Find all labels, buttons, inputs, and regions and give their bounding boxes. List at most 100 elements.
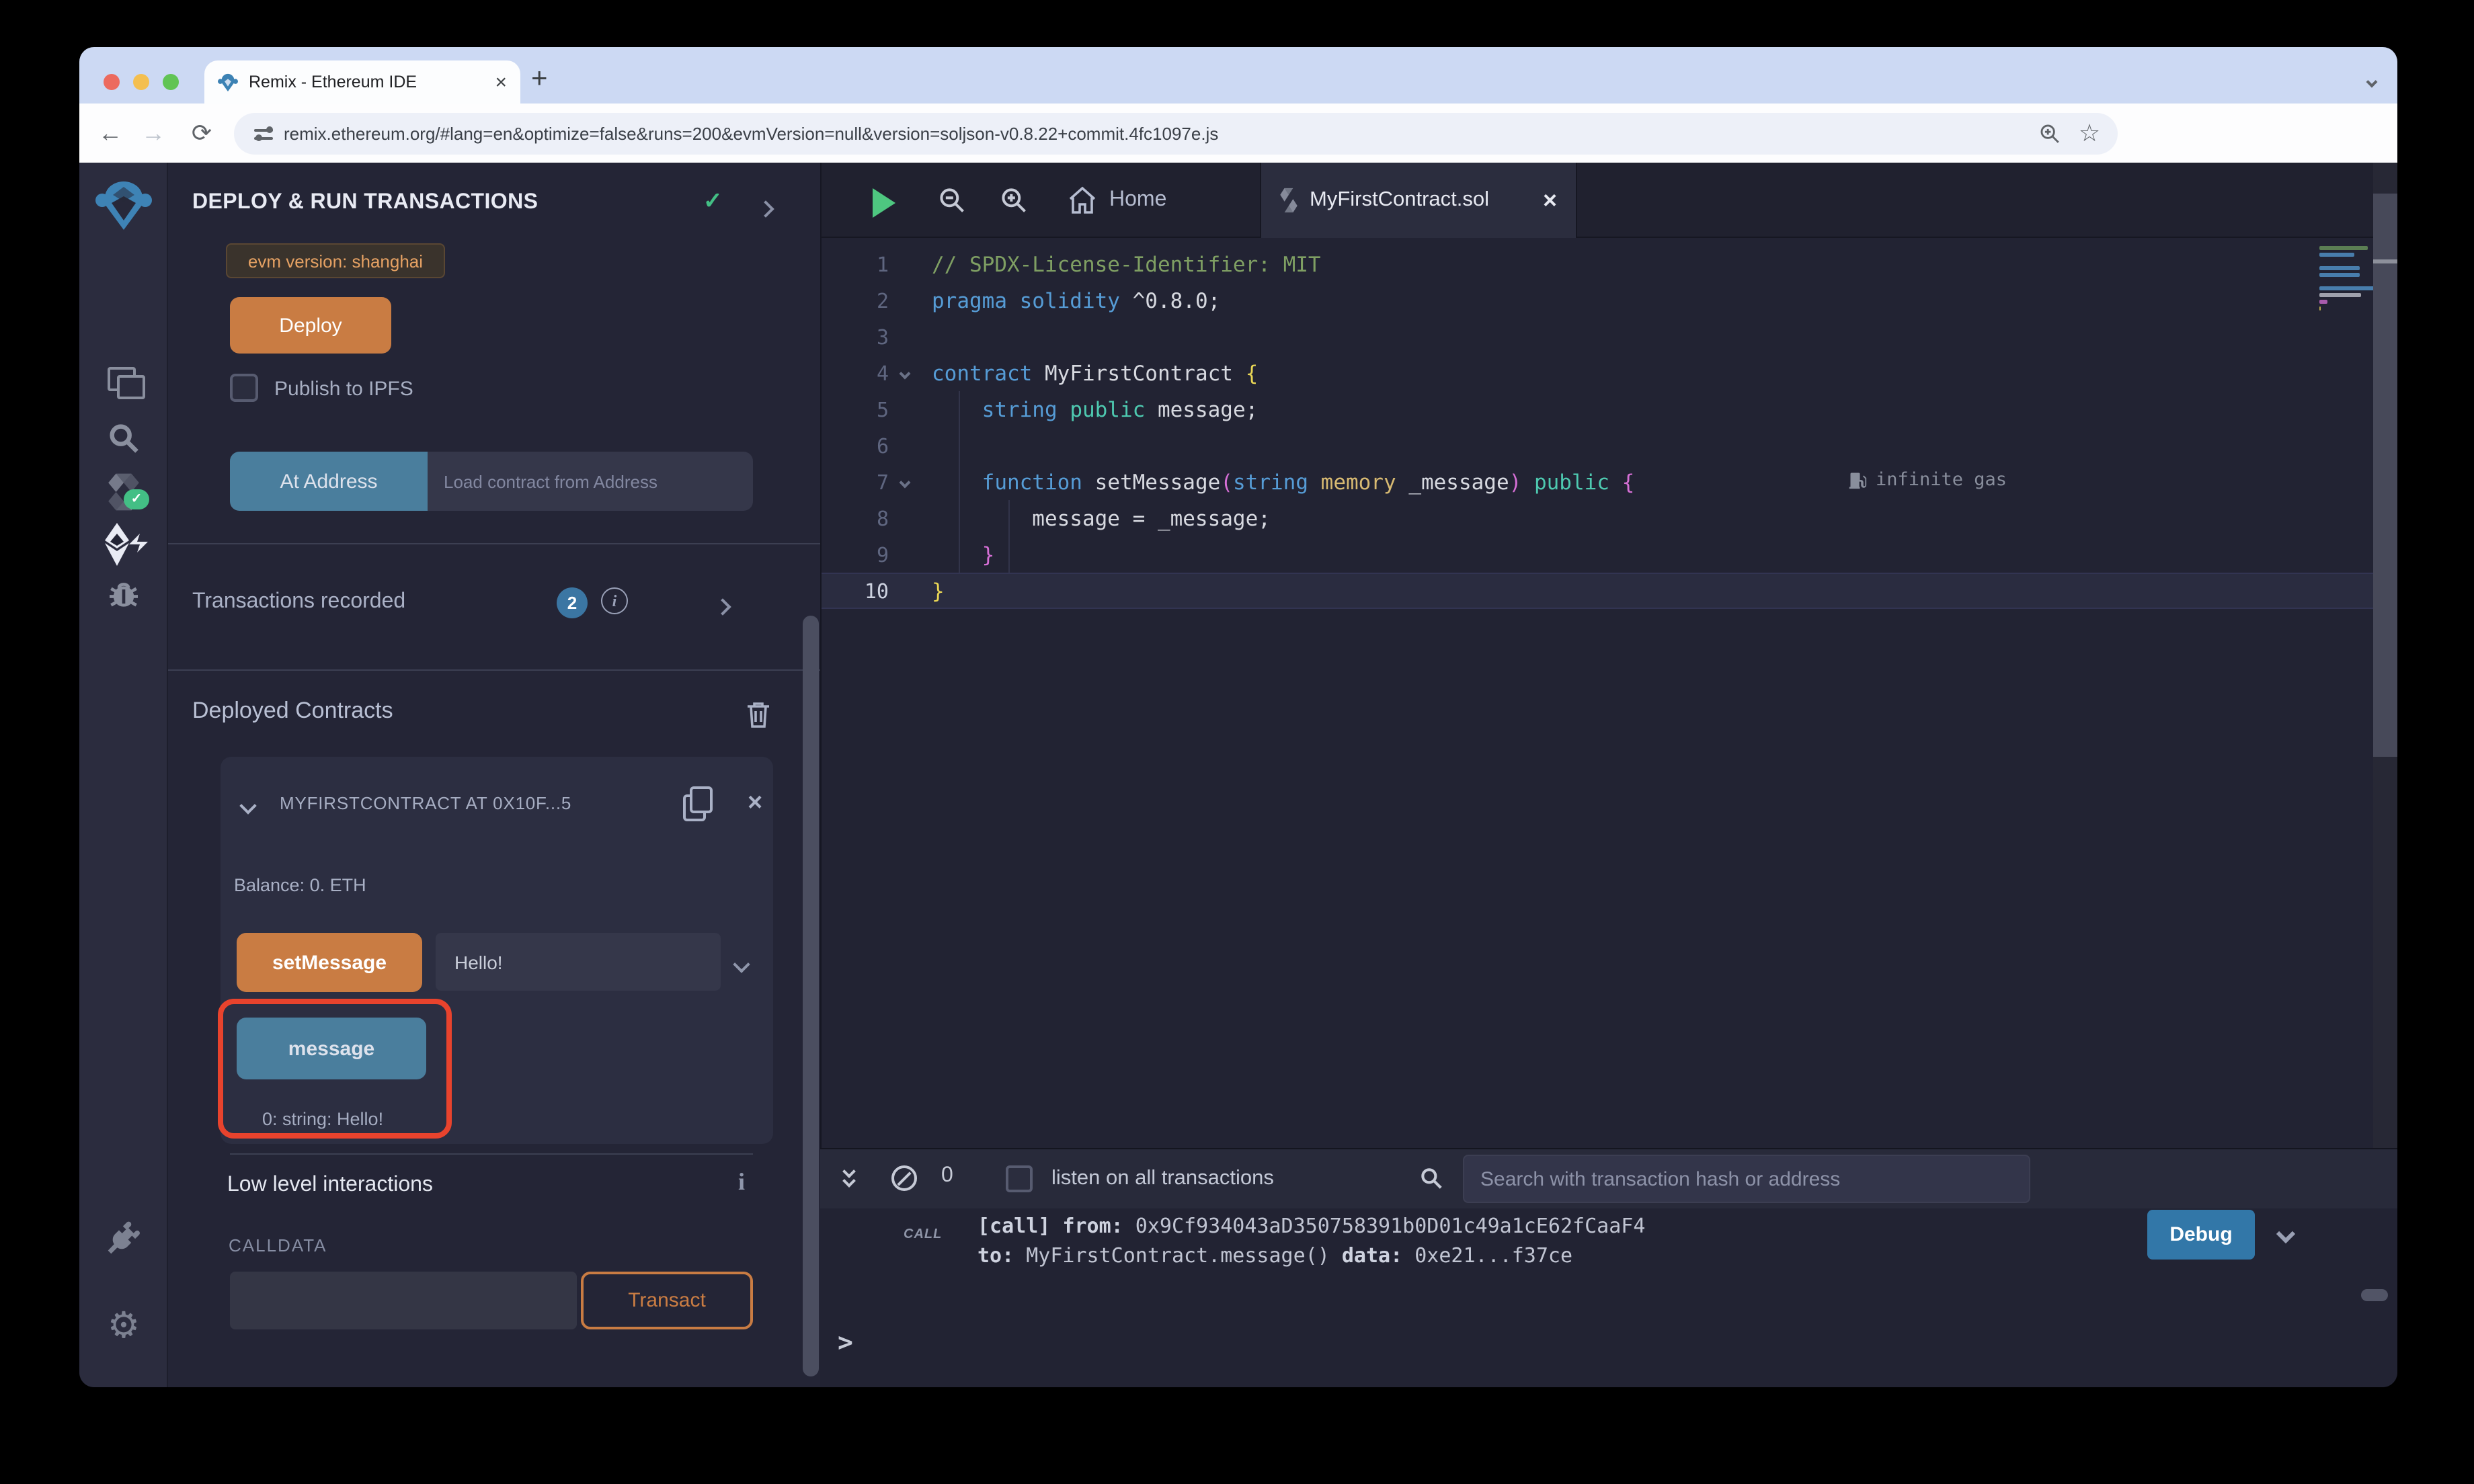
clear-deployed-trash-icon[interactable] [746, 700, 770, 729]
bookmark-star-icon[interactable]: ☆ [2069, 120, 2110, 148]
set-message-button[interactable]: setMessage [237, 933, 422, 992]
terminal: 0 listen on all transactions CALL [call]… [820, 1148, 2397, 1387]
forward-button[interactable]: → [133, 104, 173, 163]
scrollbar-thumb[interactable] [2373, 194, 2397, 757]
zoom-out-icon[interactable] [937, 186, 967, 215]
browser-toolbar: ← → ⟳ remix.ethereum.org/#lang=en&optimi… [79, 104, 2397, 163]
home-tab[interactable]: Home [1109, 188, 1166, 212]
page-scrollbar[interactable] [2373, 163, 2397, 1148]
file-tab-myfirstcontract[interactable]: MyFirstContract.sol × [1260, 163, 1577, 238]
file-tab-label: MyFirstContract.sol [1310, 188, 1531, 212]
code-line[interactable]: 10} [822, 573, 2373, 609]
compiled-check-icon: ✓ [124, 489, 149, 509]
minimize-window-button[interactable] [133, 74, 149, 90]
message-button[interactable]: message [237, 1018, 426, 1079]
tab-search-chevron-icon[interactable] [2368, 69, 2376, 93]
minimap-line [2319, 300, 2327, 303]
search-icon[interactable] [79, 421, 168, 456]
minimap-line [2319, 286, 2376, 290]
solidity-file-icon [1280, 187, 1298, 214]
calldata-label: CALLDATA [229, 1235, 327, 1255]
run-script-play-icon[interactable] [873, 188, 895, 218]
code-editor: Home MyFirstContract.sol × 1// SPDX-Lice… [820, 163, 2373, 1148]
indent-guide [959, 391, 960, 573]
publish-ipfs-label: Publish to IPFS [274, 378, 413, 401]
transactions-info-icon[interactable]: i [601, 587, 628, 614]
browser-tab[interactable]: Remix - Ethereum IDE × [204, 60, 520, 104]
set-message-input[interactable] [436, 933, 721, 991]
fullscreen-window-button[interactable] [163, 74, 179, 90]
deploy-run-icon[interactable] [79, 523, 168, 566]
transact-button[interactable]: Transact [581, 1272, 753, 1329]
site-info-icon[interactable] [254, 126, 273, 142]
contract-collapse-chevron-icon[interactable] [242, 794, 254, 819]
code-line[interactable]: 9 } [822, 536, 2373, 573]
listen-all-transactions-checkbox[interactable] [1006, 1165, 1033, 1192]
minimap-line [2319, 246, 2367, 249]
terminal-search-input[interactable] [1463, 1155, 2030, 1203]
terminal-log[interactable]: [call] from: 0x9Cf934043aD350758391b0D01… [977, 1211, 1645, 1270]
browser-tab-strip: Remix - Ethereum IDE × + [79, 47, 2397, 104]
log-expand-chevron-icon[interactable] [2279, 1223, 2292, 1247]
zoom-in-icon[interactable] [999, 186, 1029, 215]
at-address-button[interactable]: At Address [230, 452, 428, 511]
panel-divider [230, 1153, 753, 1155]
minimap[interactable] [2317, 246, 2376, 340]
home-tab-icon[interactable] [1066, 186, 1099, 215]
back-button[interactable]: ← [90, 104, 130, 163]
terminal-scroll-indicator[interactable] [2361, 1289, 2388, 1301]
terminal-log-line: [call] from: 0x9Cf934043aD350758391b0D01… [977, 1211, 1645, 1241]
terminal-prompt[interactable]: > [838, 1328, 853, 1358]
minimap-line [2319, 306, 2321, 310]
zoom-icon[interactable] [2029, 122, 2069, 145]
code-line[interactable]: 3 [822, 319, 2373, 355]
transactions-expand-chevron-icon[interactable] [717, 595, 729, 620]
file-explorer-icon[interactable] [79, 367, 168, 394]
calldata-input[interactable] [230, 1272, 577, 1329]
panel-divider [168, 669, 820, 671]
panel-scrollbar[interactable] [803, 616, 819, 1376]
debugger-icon[interactable] [79, 575, 168, 613]
code-line[interactable]: 6 [822, 427, 2373, 464]
url-text[interactable]: remix.ethereum.org/#lang=en&optimize=fal… [284, 124, 2029, 144]
panel-expand-chevron-icon[interactable] [760, 198, 772, 222]
load-contract-input[interactable] [428, 452, 753, 511]
set-message-expand-chevron-icon[interactable] [735, 953, 748, 977]
copy-address-icon[interactable] [683, 786, 710, 819]
panel-divider [168, 543, 820, 544]
code-line[interactable]: 2pragma solidity ^0.8.0; [822, 282, 2373, 319]
remove-contract-icon[interactable]: × [748, 789, 762, 819]
close-file-tab-icon[interactable]: × [1543, 186, 1557, 214]
deploy-button[interactable]: Deploy [230, 297, 391, 354]
collapse-terminal-icon[interactable] [843, 1167, 859, 1188]
code-area[interactable]: 1// SPDX-License-Identifier: MIT2pragma … [822, 246, 2373, 609]
settings-gear-icon[interactable]: ⚙ [79, 1308, 168, 1344]
debug-button[interactable]: Debug [2147, 1210, 2255, 1260]
code-line[interactable]: 1// SPDX-License-Identifier: MIT [822, 246, 2373, 282]
clear-console-icon[interactable] [891, 1165, 917, 1191]
code-line[interactable]: 5 string public message; [822, 391, 2373, 427]
low-level-info-icon[interactable]: i [738, 1168, 745, 1196]
solidity-compiler-icon[interactable]: ✓ [79, 470, 168, 513]
reload-button[interactable]: ⟳ [182, 104, 222, 163]
contract-balance-label: Balance: 0. ETH [234, 875, 366, 895]
tab-close-icon[interactable]: × [495, 72, 507, 92]
remix-favicon-icon [218, 72, 238, 92]
tab-title: Remix - Ethereum IDE [249, 73, 484, 91]
minimap-line [2319, 293, 2361, 296]
code-line[interactable]: 8 message = _message; [822, 500, 2373, 536]
evm-version-badge: evm version: shanghai [226, 243, 445, 278]
contract-address-label[interactable]: MYFIRSTCONTRACT AT 0X10F...5 [280, 793, 672, 813]
address-bar[interactable]: remix.ethereum.org/#lang=en&optimize=fal… [234, 113, 2118, 155]
minimap-line [2319, 253, 2355, 256]
terminal-toolbar: 0 listen on all transactions [820, 1149, 2397, 1208]
icon-rail: ✓ ⚙ [79, 163, 168, 1387]
new-tab-button[interactable]: + [531, 63, 548, 95]
code-line[interactable]: 7 function setMessage(string memory _mes… [822, 464, 2373, 500]
close-window-button[interactable] [104, 74, 120, 90]
terminal-search-icon [1419, 1165, 1444, 1191]
code-line[interactable]: 4contract MyFirstContract { [822, 355, 2373, 391]
plugin-manager-icon[interactable] [79, 1219, 168, 1257]
publish-ipfs-checkbox[interactable] [230, 374, 258, 402]
remix-logo-icon[interactable] [79, 179, 168, 233]
